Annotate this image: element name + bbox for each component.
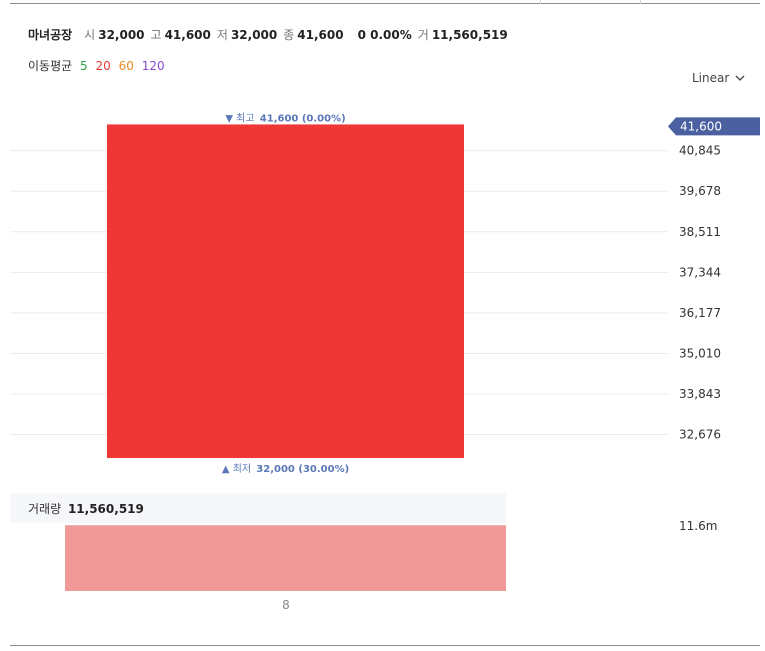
- y-tick-label: 39,678: [679, 184, 721, 198]
- candle-body: [107, 124, 464, 459]
- y-tick-label: 35,010: [679, 346, 721, 360]
- volume-bar: [65, 525, 506, 591]
- low-annotation: ▲ 최저 32,000 (30.00%): [222, 463, 349, 475]
- y-tick-label: 33,843: [679, 387, 721, 401]
- high-annotation-prefix: ▼ 최고: [225, 112, 254, 124]
- current-price-marker: 41,600: [668, 117, 760, 136]
- high-annotation-value: 41,600 (0.00%): [260, 113, 346, 124]
- volume-axis-label: 11.6m: [679, 519, 717, 533]
- x-axis-label: 8: [282, 598, 290, 612]
- high-annotation: ▼ 최고 41,600 (0.00%): [225, 112, 345, 124]
- y-tick-label: 36,177: [679, 306, 721, 320]
- volume-bars: [65, 525, 506, 591]
- low-annotation-prefix: ▲ 최저: [222, 463, 251, 475]
- y-tick-label: 37,344: [679, 265, 721, 279]
- low-annotation-value: 32,000 (30.00%): [256, 464, 349, 475]
- candlestick-chart[interactable]: 40,845 39,678 38,511 37,344 36,177 35,010 33,8…: [0, 0, 765, 651]
- candles: [107, 124, 464, 459]
- current-price-label: 41,600: [680, 119, 722, 133]
- y-tick-label: 40,845: [679, 144, 721, 158]
- y-axis-labels: 40,845 39,678 38,511 37,344 36,177 35,010 33,8…: [679, 144, 721, 442]
- y-tick-label: 38,511: [679, 225, 721, 239]
- bottom-border: [10, 645, 760, 646]
- y-tick-label: 32,676: [679, 428, 721, 442]
